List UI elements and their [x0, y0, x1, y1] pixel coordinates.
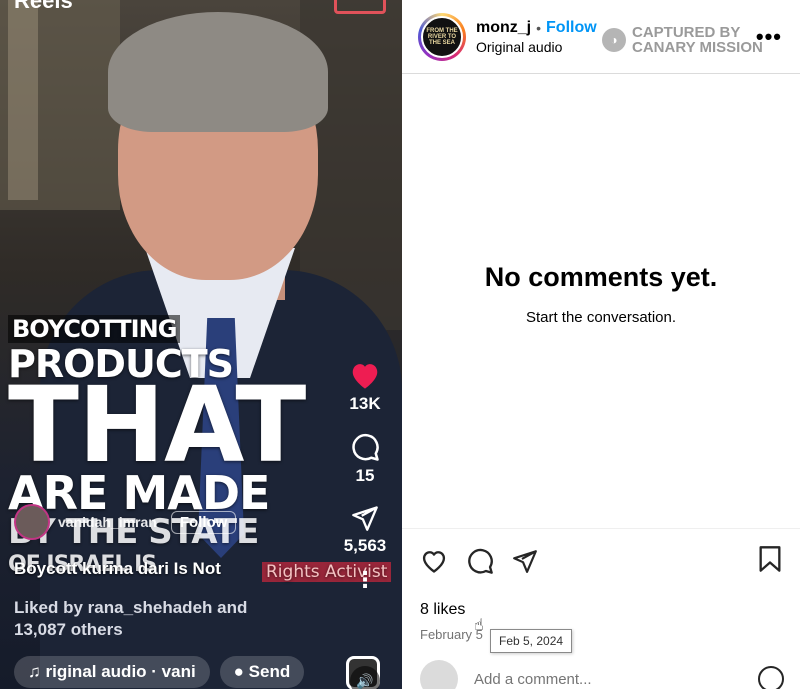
comment-input[interactable]	[474, 670, 758, 688]
audio-link[interactable]: Original audio	[476, 39, 597, 55]
reel-follow-button[interactable]: Follow	[170, 510, 237, 534]
heart-icon[interactable]	[420, 548, 448, 574]
action-row	[420, 545, 782, 577]
hand-cursor-icon: ☝	[474, 617, 484, 634]
username-link[interactable]: monz_j	[476, 19, 531, 37]
post-header: FROM THE RIVER TO THE SEA monz_j • Follo…	[402, 0, 800, 74]
reel-comment-count: 15	[355, 466, 375, 485]
post-actions: 8 likes February 5 ☝ Feb 5, 2024	[402, 528, 800, 653]
watermark: ◑ CAPTURED BY CANARY MISSION	[602, 25, 763, 55]
reel-like[interactable]: 13K	[334, 360, 396, 414]
reel-author: vanidah_imran Follow	[14, 504, 237, 540]
follow-button[interactable]: Follow	[546, 19, 597, 37]
camera-icon[interactable]	[334, 0, 386, 14]
reel-share-count: 5,563	[343, 536, 387, 555]
speaker-icon[interactable]: 🔊	[350, 666, 380, 689]
heart-icon[interactable]	[348, 360, 382, 390]
send-pill-label: Send	[248, 662, 291, 681]
bookmark-icon[interactable]	[758, 545, 782, 573]
watermark-line-1: CAPTURED BY	[632, 24, 741, 41]
audio-pill-label: riginal audio · vani	[45, 662, 196, 681]
avatar[interactable]: FROM THE RIVER TO THE SEA	[418, 12, 466, 61]
reel-share[interactable]: 5,563	[334, 504, 396, 556]
avatar[interactable]	[14, 504, 50, 540]
post-header-top: monz_j • Follow	[476, 19, 597, 37]
reel-actions: 13K 15 5,563 ⋮	[334, 360, 396, 604]
empty-comments-subtitle: Start the conversation.	[525, 309, 677, 326]
avatar	[420, 660, 458, 689]
comment-icon[interactable]	[350, 432, 380, 462]
reel-audio-row: ♫ riginal audio · vani ● Send	[14, 656, 305, 688]
reel-liked-by[interactable]: Liked by rana_shehadeh and 13,087 others	[14, 597, 324, 641]
comment-composer	[420, 660, 784, 689]
separator-dot: •	[536, 19, 542, 36]
post-panel: FROM THE RIVER TO THE SEA monz_j • Follo…	[402, 0, 800, 689]
reel-video[interactable]: Reels BOYCOTTING PRODUCTS THAT ARE MADE …	[0, 0, 402, 689]
post-header-text: monz_j • Follow Original audio	[476, 19, 597, 55]
share-icon[interactable]	[351, 504, 379, 532]
reel-comment[interactable]: 15	[334, 432, 396, 486]
watermark-text: CAPTURED BY CANARY MISSION	[632, 25, 763, 55]
reel-more-icon[interactable]: ⋮	[334, 569, 396, 591]
avatar-image: FROM THE RIVER TO THE SEA	[421, 15, 463, 58]
reel-author-name[interactable]: vanidah_imran	[58, 514, 157, 530]
reel-like-count: 13K	[349, 394, 381, 413]
reels-label: Reels	[14, 0, 73, 13]
background-lamp	[8, 0, 38, 200]
send-pill[interactable]: ● Send	[219, 656, 305, 688]
overlay-line-3: THAT	[8, 364, 306, 486]
speaker-hair	[108, 12, 328, 132]
emoji-icon[interactable]	[758, 666, 784, 689]
date-tooltip: Feb 5, 2024	[490, 629, 573, 653]
comment-icon[interactable]	[466, 547, 494, 575]
liked-line-1: Liked by rana_shehadeh and	[14, 598, 248, 617]
empty-comments-title: No comments yet.	[484, 262, 718, 292]
watermark-icon: ◑	[602, 28, 626, 52]
more-options-icon[interactable]: •••	[756, 24, 782, 50]
reel-caption: Boycott kurma dari Is Not	[14, 559, 221, 578]
share-icon[interactable]	[512, 548, 538, 574]
liked-line-2: 13,087 others	[14, 620, 123, 639]
watermark-line-2: CANARY MISSION	[632, 39, 763, 56]
audio-pill[interactable]: ♫ riginal audio · vani	[14, 656, 210, 688]
overlay-line-1: BOYCOTTING	[8, 315, 181, 343]
empty-comments: No comments yet. Start the conversation.	[402, 262, 800, 326]
